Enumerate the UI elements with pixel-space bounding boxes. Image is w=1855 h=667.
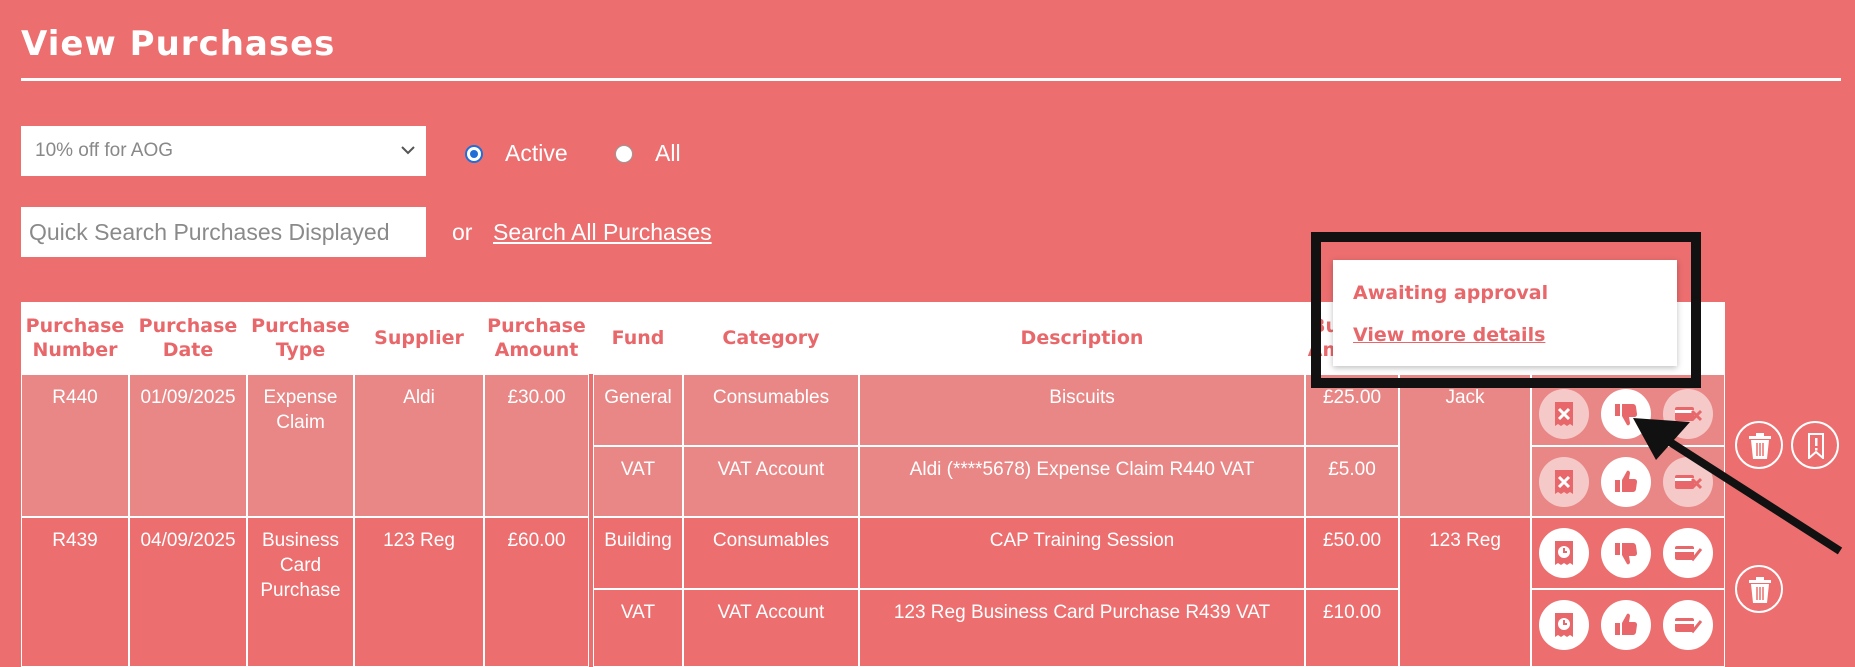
cell-description: Biscuits (859, 374, 1305, 446)
radio-active[interactable]: Active (465, 140, 568, 167)
title-divider (21, 78, 1841, 81)
cell-purchase-amount: £60.00 (484, 517, 589, 667)
card-approve-button[interactable] (1663, 600, 1713, 650)
header-description: Description (1020, 327, 1144, 349)
purchase-filter-select[interactable]: 10% off for AOG (21, 126, 426, 176)
cell-description: Aldi (****5678) Expense Claim R440 VAT (859, 446, 1305, 517)
cell-supplier: 123 Reg (354, 517, 484, 667)
chevron-down-icon (401, 146, 415, 155)
thumbs-up-icon (1615, 613, 1637, 635)
quick-search-placeholder: Quick Search Purchases Displayed (29, 218, 390, 245)
header-fund: Fund (611, 327, 665, 349)
cell-category: VAT Account (683, 589, 859, 667)
cell-purchase-type: Expense Claim (247, 374, 354, 517)
radio-all[interactable]: All (615, 140, 681, 167)
page-title: View Purchases (21, 24, 336, 64)
or-text: or (452, 219, 473, 245)
cell-description: 123 Reg Business Card Purchase R439 VAT (859, 589, 1305, 667)
cell-fund: VAT (593, 589, 683, 667)
cell-category: Consumables (683, 374, 859, 446)
search-all-purchases-link[interactable]: Search All Purchases (493, 219, 712, 246)
radio-active-dot[interactable] (465, 144, 483, 163)
receipt-pending-button[interactable] (1539, 528, 1589, 578)
receipt-x-icon (1555, 470, 1573, 494)
receipt-pending-button[interactable] (1539, 600, 1589, 650)
cell-fund: Building (593, 517, 683, 589)
trash-icon (1749, 577, 1771, 603)
cell-supplier: Aldi (354, 374, 484, 517)
header-purchase-amount: Purchase Amount (487, 315, 586, 361)
cell-budget-amount: £50.00 (1305, 517, 1399, 589)
annotation-highlight-box (1311, 232, 1701, 388)
cell-purchase-amount: £30.00 (484, 374, 589, 517)
annotation-arrow (1633, 418, 1843, 555)
quick-search-input[interactable]: Quick Search Purchases Displayed (21, 207, 426, 257)
cell-purchase-number: R439 (21, 517, 129, 667)
cell-fund: General (593, 374, 683, 446)
header-category: Category (722, 327, 820, 349)
header-purchase-date: Purchase Date (138, 315, 238, 361)
receipt-clock-icon (1555, 541, 1573, 565)
cell-purchase-date: 04/09/2025 (129, 517, 247, 667)
header-supplier: Supplier (374, 327, 464, 349)
radio-all-dot[interactable] (615, 144, 633, 163)
cell-budget-amount: £10.00 (1305, 589, 1399, 667)
purchase-filter-value: 10% off for AOG (35, 140, 174, 161)
cell-category: VAT Account (683, 446, 859, 517)
cell-purchase-type: Business Card Purchase (247, 517, 354, 667)
header-purchase-type: Purchase Type (251, 315, 350, 361)
cell-category: Consumables (683, 517, 859, 589)
reject-receipt-button[interactable] (1539, 389, 1589, 439)
cell-owner: 123 Reg (1399, 517, 1531, 667)
radio-active-label: Active (505, 140, 568, 166)
cell-owner: Jack (1399, 374, 1531, 517)
receipt-clock-icon (1555, 613, 1573, 637)
reject-receipt-button[interactable] (1539, 457, 1589, 507)
header-purchase-number: Purchase Number (25, 315, 125, 361)
thumbs-up-button[interactable] (1601, 600, 1651, 650)
receipt-x-icon (1555, 402, 1573, 426)
radio-all-label: All (655, 140, 681, 166)
delete-purchase-button[interactable] (1735, 565, 1783, 613)
card-check-icon (1675, 618, 1702, 634)
cell-description: CAP Training Session (859, 517, 1305, 589)
cell-budget-amount: £5.00 (1305, 446, 1399, 517)
cell-purchase-number: R440 (21, 374, 129, 517)
cell-fund: VAT (593, 446, 683, 517)
cell-purchase-date: 01/09/2025 (129, 374, 247, 517)
